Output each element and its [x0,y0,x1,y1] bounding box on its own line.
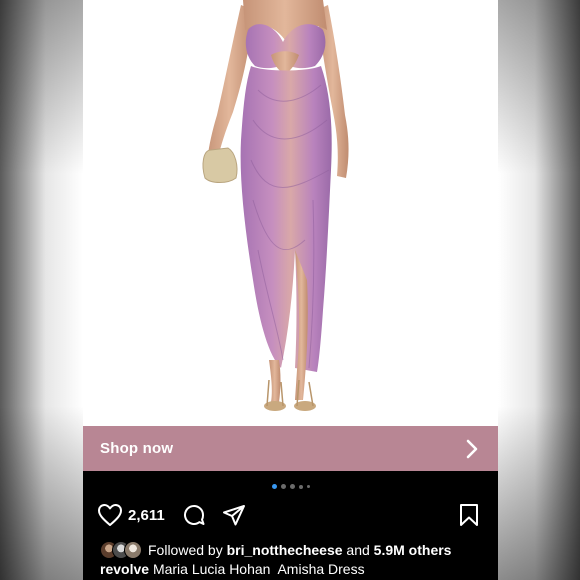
chevron-right-icon [464,439,480,459]
follower-avatars[interactable] [100,541,142,559]
bookmark-icon[interactable] [456,502,482,528]
instagram-post: Shop now 2,611 Followed by bri_nottheche… [83,0,498,580]
followed-by-others[interactable]: 5.9M others [374,542,452,558]
carousel-dot [280,484,286,489]
carousel-dot [306,485,310,488]
followed-by-prefix: Followed by [148,542,223,558]
caption-text: Maria Lucia Hohan Amisha Dress [152,561,365,577]
followed-by-username[interactable]: bri_notthecheese [227,542,343,558]
shop-now-button[interactable]: Shop now [83,426,498,471]
dress-photo [202,0,349,411]
followed-by-row: Followed by bri_notthecheese and 5.9M ot… [100,540,488,560]
caption: revolve Maria Lucia Hohan Amisha Dress [100,561,488,577]
carousel-dot [271,484,277,489]
heart-icon[interactable] [97,502,123,528]
like-count[interactable]: 2,611 [128,507,165,524]
avatar [124,541,142,559]
action-bar: 2,611 [97,501,482,529]
caption-username[interactable]: revolve [100,561,149,577]
shop-now-label: Shop now [100,440,174,457]
blurred-background-left [0,0,83,580]
carousel-dot [289,484,295,489]
followed-by-and: and [346,542,370,558]
carousel-indicator [83,484,498,489]
comment-icon[interactable] [181,502,207,528]
post-image[interactable] [83,0,498,426]
share-icon[interactable] [221,502,247,528]
carousel-dot [298,484,303,489]
blurred-background-right [498,0,580,580]
